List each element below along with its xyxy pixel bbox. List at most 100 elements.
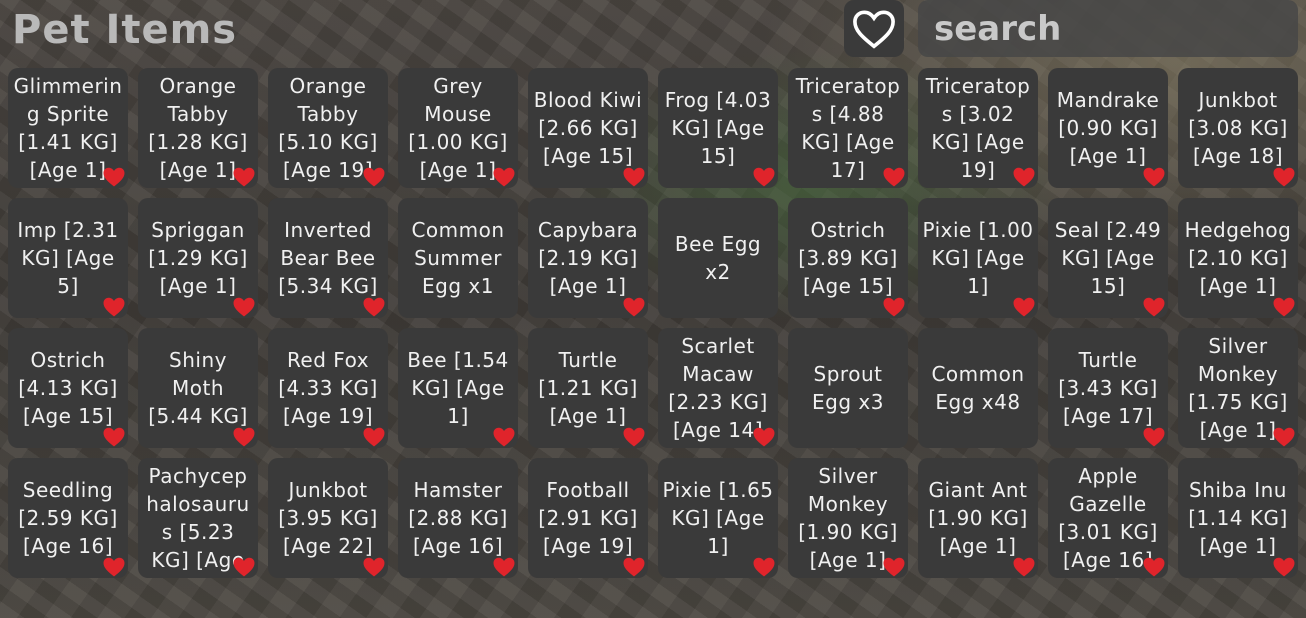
pet-item-card[interactable]: Seal [2.49 KG] [Age 15] bbox=[1048, 198, 1168, 318]
favorite-heart-icon bbox=[1013, 167, 1035, 187]
pet-item-card[interactable]: Mandrake [0.90 KG] [Age 1] bbox=[1048, 68, 1168, 188]
favorite-heart-icon bbox=[753, 557, 775, 577]
pet-item-card[interactable]: Shiny Moth [5.44 KG] bbox=[138, 328, 258, 448]
pet-item-label: Pixie [1.00 KG] [Age 1] bbox=[922, 218, 1034, 298]
pet-item-label: Inverted Bear Bee [5.34 KG] bbox=[278, 218, 378, 298]
pet-item-card[interactable]: Silver Monkey [1.90 KG] [Age 1] bbox=[788, 458, 908, 578]
pet-item-card[interactable]: Turtle [3.43 KG] [Age 17] bbox=[1048, 328, 1168, 448]
favorite-heart-icon bbox=[623, 427, 645, 447]
pet-item-card[interactable]: Orange Tabby [5.10 KG] [Age 19] bbox=[268, 68, 388, 188]
favorite-heart-icon bbox=[103, 557, 125, 577]
favorite-heart-icon bbox=[623, 557, 645, 577]
pet-items-grid: Glimmering Sprite [1.41 KG] [Age 1] Orang… bbox=[8, 68, 1298, 578]
pet-item-card[interactable]: Ostrich [4.13 KG] [Age 15] bbox=[8, 328, 128, 448]
pet-item-card[interactable]: Junkbot [3.08 KG] [Age 18] bbox=[1178, 68, 1298, 188]
pet-item-card[interactable]: Bee [1.54 KG] [Age 1] bbox=[398, 328, 518, 448]
pet-item-card[interactable]: Hedgehog [2.10 KG] [Age 1] bbox=[1178, 198, 1298, 318]
favorite-heart-icon bbox=[493, 557, 515, 577]
pet-item-label: Spriggan [1.29 KG] [Age 1] bbox=[148, 218, 248, 298]
pet-item-card[interactable]: Seedling [2.59 KG] [Age 16] bbox=[8, 458, 128, 578]
pet-item-card[interactable]: Pachycephalosaurus [5.23 KG] [Age bbox=[138, 458, 258, 578]
pet-item-label: Common Summer Egg x1 bbox=[411, 218, 505, 298]
favorite-heart-icon bbox=[623, 297, 645, 317]
favorite-heart-icon bbox=[493, 167, 515, 187]
pet-item-label: Seal [2.49 KG] [Age 15] bbox=[1054, 218, 1162, 298]
pet-item-card[interactable]: Common Summer Egg x1 bbox=[398, 198, 518, 318]
pet-item-label: Turtle [1.21 KG] [Age 1] bbox=[538, 348, 638, 428]
pet-item-label: Frog [4.03 KG] [Age 15] bbox=[664, 88, 772, 168]
pet-item-card[interactable]: Blood Kiwi [2.66 KG] [Age 15] bbox=[528, 68, 648, 188]
favorite-heart-icon bbox=[233, 427, 255, 447]
favorite-heart-icon bbox=[1013, 297, 1035, 317]
pet-item-label: Seedling [2.59 KG] [Age 16] bbox=[18, 478, 118, 558]
pet-item-label: Capybara [2.19 KG] [Age 1] bbox=[537, 218, 639, 298]
pet-item-label: Shiny Moth [5.44 KG] bbox=[148, 348, 248, 428]
favorite-heart-icon bbox=[103, 167, 125, 187]
favorite-heart-icon bbox=[1143, 297, 1165, 317]
pet-item-card[interactable]: Football [2.91 KG] [Age 19] bbox=[528, 458, 648, 578]
pet-item-card[interactable]: Pixie [1.00 KG] [Age 1] bbox=[918, 198, 1038, 318]
favorite-heart-icon bbox=[363, 297, 385, 317]
favorite-heart-icon bbox=[103, 297, 125, 317]
favorite-heart-icon bbox=[883, 167, 905, 187]
favorite-heart-icon bbox=[363, 557, 385, 577]
favorite-heart-icon bbox=[623, 167, 645, 187]
favorite-heart-icon bbox=[883, 297, 905, 317]
favorite-heart-icon bbox=[1143, 557, 1165, 577]
pet-item-card[interactable]: Pixie [1.65 KG] [Age 1] bbox=[658, 458, 778, 578]
pet-item-label: Sprout Egg x3 bbox=[812, 362, 884, 414]
favorite-heart-icon bbox=[493, 427, 515, 447]
favorite-heart-icon bbox=[1143, 427, 1165, 447]
pet-item-card[interactable]: Glimmering Sprite [1.41 KG] [Age 1] bbox=[8, 68, 128, 188]
favorite-heart-icon bbox=[363, 167, 385, 187]
pet-item-label: Giant Ant [1.90 KG] [Age 1] bbox=[928, 478, 1028, 558]
pet-item-label: Junkbot [3.08 KG] [Age 18] bbox=[1188, 88, 1288, 168]
pet-item-card[interactable]: Capybara [2.19 KG] [Age 1] bbox=[528, 198, 648, 318]
favorite-heart-icon bbox=[1013, 557, 1035, 577]
favorite-heart-icon bbox=[1273, 297, 1295, 317]
pet-item-card[interactable]: Red Fox [4.33 KG] [Age 19] bbox=[268, 328, 388, 448]
pet-item-label: Football [2.91 KG] [Age 19] bbox=[538, 478, 638, 558]
pet-item-card[interactable]: Grey Mouse [1.00 KG] [Age 1] bbox=[398, 68, 518, 188]
pet-item-card[interactable]: Ostrich [3.89 KG] [Age 15] bbox=[788, 198, 908, 318]
pet-item-card[interactable]: Junkbot [3.95 KG] [Age 22] bbox=[268, 458, 388, 578]
pet-item-card[interactable]: Sprout Egg x3 bbox=[788, 328, 908, 448]
page-title: Pet Items bbox=[12, 7, 238, 53]
pet-item-card[interactable]: Silver Monkey [1.75 KG] [Age 1] bbox=[1178, 328, 1298, 448]
pet-item-card[interactable]: Triceratops [3.02 KG] [Age 19] bbox=[918, 68, 1038, 188]
favorites-filter-button[interactable] bbox=[844, 0, 904, 57]
heart-outline-icon bbox=[853, 9, 895, 49]
pet-item-label: Bee [1.54 KG] [Age 1] bbox=[407, 348, 509, 428]
pet-item-label: Ostrich [4.13 KG] [Age 15] bbox=[18, 348, 118, 428]
pet-item-label: Pixie [1.65 KG] [Age 1] bbox=[662, 478, 774, 558]
favorite-heart-icon bbox=[233, 297, 255, 317]
favorite-heart-icon bbox=[233, 557, 255, 577]
pet-item-card[interactable]: Hamster [2.88 KG] [Age 16] bbox=[398, 458, 518, 578]
favorite-heart-icon bbox=[1273, 427, 1295, 447]
pet-item-card[interactable]: Orange Tabby [1.28 KG] [Age 1] bbox=[138, 68, 258, 188]
favorite-heart-icon bbox=[363, 427, 385, 447]
pet-item-card[interactable]: Shiba Inu [1.14 KG] [Age 1] bbox=[1178, 458, 1298, 578]
favorite-heart-icon bbox=[883, 557, 905, 577]
favorite-heart-icon bbox=[103, 427, 125, 447]
pet-item-card[interactable]: Inverted Bear Bee [5.34 KG] bbox=[268, 198, 388, 318]
search-input[interactable] bbox=[918, 0, 1298, 57]
pet-item-card[interactable]: Frog [4.03 KG] [Age 15] bbox=[658, 68, 778, 188]
pet-item-card[interactable]: Turtle [1.21 KG] [Age 1] bbox=[528, 328, 648, 448]
pet-item-card[interactable]: Bee Egg x2 bbox=[658, 198, 778, 318]
pet-item-label: Red Fox [4.33 KG] [Age 19] bbox=[278, 348, 378, 428]
pet-item-card[interactable]: Imp [2.31 KG] [Age 5] bbox=[8, 198, 128, 318]
pet-item-card[interactable]: Common Egg x48 bbox=[918, 328, 1038, 448]
pet-item-card[interactable]: Apple Gazelle [3.01 KG] [Age 16] bbox=[1048, 458, 1168, 578]
pet-item-card[interactable]: Triceratops [4.88 KG] [Age 17] bbox=[788, 68, 908, 188]
pet-item-card[interactable]: Giant Ant [1.90 KG] [Age 1] bbox=[918, 458, 1038, 578]
pet-item-label: Junkbot [3.95 KG] [Age 22] bbox=[278, 478, 378, 558]
pet-item-label: Common Egg x48 bbox=[931, 362, 1025, 414]
pet-item-label: Ostrich [3.89 KG] [Age 15] bbox=[798, 218, 898, 298]
pet-item-card[interactable]: Scarlet Macaw [2.23 KG] [Age 14] bbox=[658, 328, 778, 448]
pet-item-label: Hamster [2.88 KG] [Age 16] bbox=[408, 478, 508, 558]
favorite-heart-icon bbox=[233, 167, 255, 187]
pet-item-card[interactable]: Spriggan [1.29 KG] [Age 1] bbox=[138, 198, 258, 318]
pet-item-label: Turtle [3.43 KG] [Age 17] bbox=[1058, 348, 1158, 428]
favorite-heart-icon bbox=[1273, 557, 1295, 577]
